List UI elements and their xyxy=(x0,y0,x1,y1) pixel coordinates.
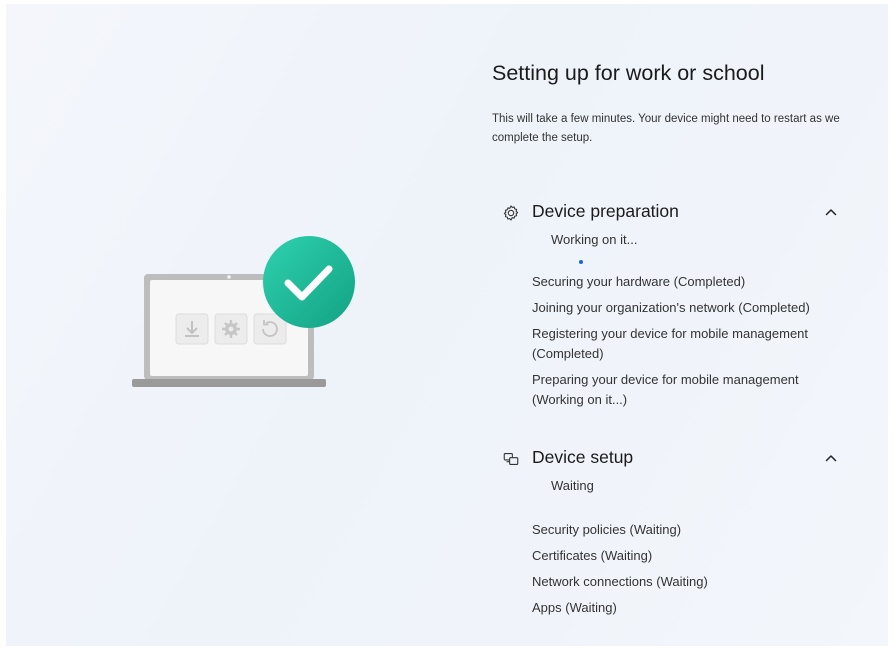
preparation-step-list: Securing your hardware (Completed) Joini… xyxy=(532,272,852,416)
laptop-checkmark-image xyxy=(132,236,355,387)
checkmark-icon xyxy=(263,236,355,328)
list-item: Security policies (Waiting) xyxy=(532,522,682,537)
gear-icon xyxy=(502,204,520,222)
progress-indicator xyxy=(579,260,583,264)
list-item: Preparing your device for mobile managem… xyxy=(532,372,799,407)
list-item: Joining your organization's network (Com… xyxy=(532,300,810,315)
device-preparation-section: Device preparation Working on it... Secu… xyxy=(492,198,882,407)
list-item: Securing your hardware (Completed) xyxy=(532,274,746,289)
setup-panel: Setting up for work or school This will … xyxy=(492,58,882,615)
setup-window: Setting up for work or school This will … xyxy=(6,4,888,646)
setup-step-list: Security policies (Waiting) Certificates… xyxy=(532,520,852,624)
download-icon xyxy=(175,313,209,345)
list-item: Certificates (Waiting) xyxy=(532,548,653,563)
device-setup-section: Device setup Waiting Security policies (… xyxy=(492,444,882,615)
section-status: Working on it... xyxy=(551,232,638,247)
list-item: Registering your device for mobile manag… xyxy=(532,326,809,361)
page-subtitle: This will take a few minutes. Your devic… xyxy=(492,113,840,144)
device-preparation-header[interactable]: Device preparation xyxy=(492,198,882,228)
section-title: Device preparation xyxy=(532,201,679,221)
chevron-up-icon[interactable] xyxy=(820,201,842,223)
devices-icon xyxy=(502,450,520,468)
list-item: Network connections (Waiting) xyxy=(532,574,708,589)
page-title: Setting up for work or school xyxy=(492,61,765,85)
chevron-up-icon[interactable] xyxy=(820,447,842,469)
laptop-illustration xyxy=(124,232,364,402)
section-title: Device setup xyxy=(532,447,634,467)
section-status: Waiting xyxy=(551,478,594,493)
device-setup-header[interactable]: Device setup xyxy=(492,444,882,474)
gear-icon xyxy=(214,313,248,345)
list-item: Apps (Waiting) xyxy=(532,600,617,615)
